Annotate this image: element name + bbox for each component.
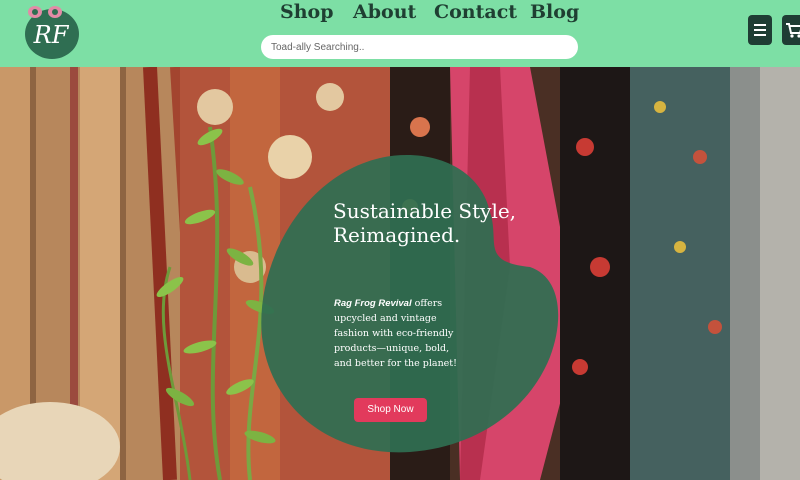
- hero-headline: Sustainable Style, Reimagined.: [333, 199, 517, 247]
- nav-about[interactable]: About: [353, 0, 416, 26]
- search-input[interactable]: [261, 35, 578, 59]
- nav-contact[interactable]: Contact: [434, 0, 517, 26]
- hero-section: Sustainable Style, Reimagined. Rag Frog …: [0, 67, 800, 480]
- nav-about-label: About: [353, 1, 417, 23]
- cart-icon: [786, 23, 800, 38]
- nav-shop[interactable]: Shop: [280, 0, 334, 26]
- cart-button[interactable]: [782, 15, 800, 45]
- brand-name: Rag Frog Revival: [334, 298, 412, 309]
- hamburger-icon: [754, 24, 766, 36]
- hero-description: Rag Frog Revival offers upcycled and vin…: [334, 296, 464, 371]
- nav-contact-label: Contact: [434, 1, 518, 23]
- nav-blog-label: Blog: [530, 1, 580, 23]
- nav-blog[interactable]: Blog: [530, 0, 579, 26]
- nav-shop-label: Shop: [280, 1, 334, 23]
- shop-now-button[interactable]: Shop Now: [354, 398, 427, 422]
- site-header: RF Shop About Contact Blog: [0, 0, 800, 67]
- logo-lettering: RF: [33, 21, 70, 49]
- rag-frog-revival-logo[interactable]: RF: [24, 3, 81, 60]
- menu-button[interactable]: [748, 15, 772, 45]
